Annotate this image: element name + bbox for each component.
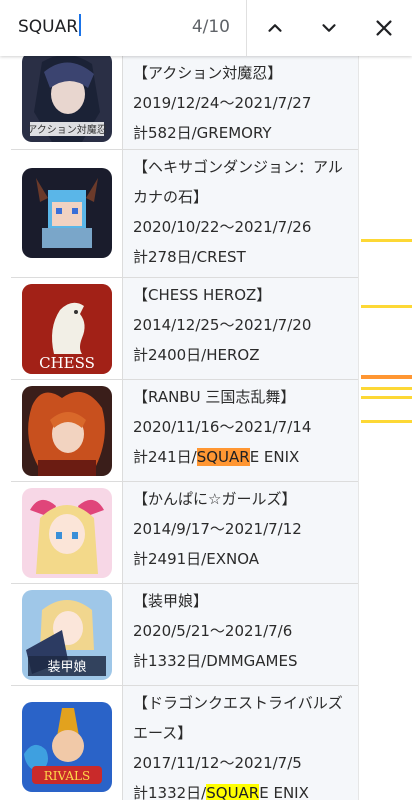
- thumbnail-cell: [11, 150, 123, 277]
- match-marker[interactable]: [361, 420, 412, 423]
- item-text: 【装甲娘】 2020/5/21〜2021/7/6 計1332日/DMMGAMES: [123, 584, 358, 685]
- list-item[interactable]: 【RANBU 三国志乱舞】 2020/11/16〜2021/7/14 計241日…: [11, 380, 358, 482]
- next-match-button[interactable]: [309, 8, 349, 48]
- item-title: 【かんぱに☆ガールズ】: [133, 490, 297, 508]
- soukou-musume-app-icon: 装甲娘: [22, 590, 112, 680]
- dq-rivals-app-icon: RIVALS: [22, 702, 112, 792]
- ranbu-app-icon: [22, 386, 112, 476]
- item-text: 【ヘキサゴンダンジョン：アルカナの石】 2020/10/22〜2021/7/26…: [123, 150, 358, 277]
- svg-text:アクション対魔忍: アクション対魔忍: [27, 123, 107, 136]
- item-days: 計278日/CREST: [133, 248, 246, 266]
- search-match: SQUAR: [206, 784, 260, 800]
- taimanin-app-icon: アクション対魔忍: [22, 52, 112, 142]
- list-item[interactable]: 【ヘキサゴンダンジョン：アルカナの石】 2020/10/22〜2021/7/26…: [11, 150, 358, 278]
- item-text: 【CHESS HEROZ】 2014/12/25〜2021/7/20 計2400…: [123, 278, 358, 379]
- chevron-down-icon: [322, 24, 336, 32]
- list-item[interactable]: RIVALS 【ドラゴンクエストライバルズ エース】 2017/11/12〜20…: [11, 686, 358, 800]
- chess-app-icon: CHESS: [22, 284, 112, 374]
- item-title: 【ヘキサゴンダンジョン：アルカナの石】: [133, 158, 343, 206]
- list-item[interactable]: CHESS 【CHESS HEROZ】 2014/12/25〜2021/7/20…: [11, 278, 358, 380]
- match-marker[interactable]: [361, 387, 412, 390]
- thumbnail-cell: [11, 380, 123, 481]
- soukou-icon-text: 装甲娘: [47, 660, 86, 675]
- thumbnail-cell: アクション対魔忍: [11, 52, 123, 149]
- chevron-up-icon: [268, 24, 282, 32]
- list-item[interactable]: 【かんぱに☆ガールズ】 2014/9/17〜2021/7/12 計2491日/E…: [11, 482, 358, 584]
- item-title: 【装甲娘】: [133, 592, 209, 610]
- thumbnail-cell: CHESS: [11, 278, 123, 379]
- find-query: SQUAR: [18, 17, 79, 37]
- match-counter: 4/10: [191, 17, 230, 37]
- item-period: 2019/12/24〜2021/7/27: [133, 94, 312, 112]
- item-text: 【アクション対魔忍】 2019/12/24〜2021/7/27 計582日/GR…: [123, 56, 358, 149]
- chess-icon-text: CHESS: [39, 354, 95, 372]
- item-text: 【RANBU 三国志乱舞】 2020/11/16〜2021/7/14 計241日…: [123, 380, 358, 481]
- item-days: 計2400日/HEROZ: [133, 346, 260, 364]
- active-match-marker[interactable]: [361, 375, 412, 379]
- list-item[interactable]: 装甲娘 【装甲娘】 2020/5/21〜2021/7/6 計1332日/DMMG…: [11, 584, 358, 686]
- text-caret: [79, 14, 82, 36]
- days-prefix: 計241日/: [133, 448, 197, 466]
- item-title: 【ドラゴンクエストライバルズ エース】: [133, 694, 343, 742]
- thumbnail-cell: RIVALS: [11, 686, 123, 800]
- close-icon: [376, 20, 392, 36]
- item-title: 【RANBU 三国志乱舞】: [133, 388, 296, 406]
- hexagon-dungeon-app-icon: [22, 168, 112, 258]
- item-title: 【アクション対魔忍】: [133, 64, 283, 82]
- find-in-page-bar: SQUAR 4/10: [0, 0, 412, 56]
- item-text: 【かんぱに☆ガールズ】 2014/9/17〜2021/7/12 計2491日/E…: [123, 482, 358, 583]
- previous-match-button[interactable]: [255, 8, 295, 48]
- item-days: 計2491日/EXNOA: [133, 550, 260, 568]
- days-suffix: E ENIX: [259, 784, 309, 800]
- match-scroll-markers[interactable]: [358, 56, 412, 800]
- item-period: 2014/12/25〜2021/7/20: [133, 316, 312, 334]
- match-marker[interactable]: [361, 305, 412, 308]
- item-period: 2017/11/12〜2021/7/5: [133, 754, 302, 772]
- thumbnail-cell: 装甲娘: [11, 584, 123, 685]
- list-item[interactable]: アクション対魔忍 【アクション対魔忍】 2019/12/24〜2021/7/27…: [11, 52, 358, 150]
- item-period: 2014/9/17〜2021/7/12: [133, 520, 302, 538]
- find-input[interactable]: SQUAR: [18, 13, 188, 41]
- item-title: 【CHESS HEROZ】: [133, 286, 272, 304]
- days-prefix: 計1332日/: [133, 784, 207, 800]
- kanpani-app-icon: [22, 488, 112, 578]
- close-find-button[interactable]: [364, 8, 404, 48]
- item-days: 計1332日/DMMGAMES: [133, 652, 298, 670]
- item-days: 計1332日/SQUARE ENIX: [133, 778, 348, 800]
- match-marker[interactable]: [361, 396, 412, 399]
- days-suffix: E ENIX: [249, 448, 300, 466]
- active-search-match: SQUAR: [196, 448, 250, 466]
- thumbnail-cell: [11, 482, 123, 583]
- item-days: 計582日/GREMORY: [133, 124, 272, 142]
- game-list[interactable]: アクション対魔忍 【アクション対魔忍】 2019/12/24〜2021/7/27…: [11, 52, 358, 800]
- item-days: 計241日/SQUARE ENIX: [133, 442, 348, 472]
- item-period: 2020/11/16〜2021/7/14: [133, 418, 312, 436]
- rivals-icon-text: RIVALS: [44, 769, 90, 783]
- match-marker[interactable]: [361, 239, 412, 242]
- divider: [246, 0, 247, 56]
- item-period: 2020/5/21〜2021/7/6: [133, 622, 293, 640]
- item-text: 【ドラゴンクエストライバルズ エース】 2017/11/12〜2021/7/5 …: [123, 686, 358, 800]
- item-period: 2020/10/22〜2021/7/26: [133, 218, 312, 236]
